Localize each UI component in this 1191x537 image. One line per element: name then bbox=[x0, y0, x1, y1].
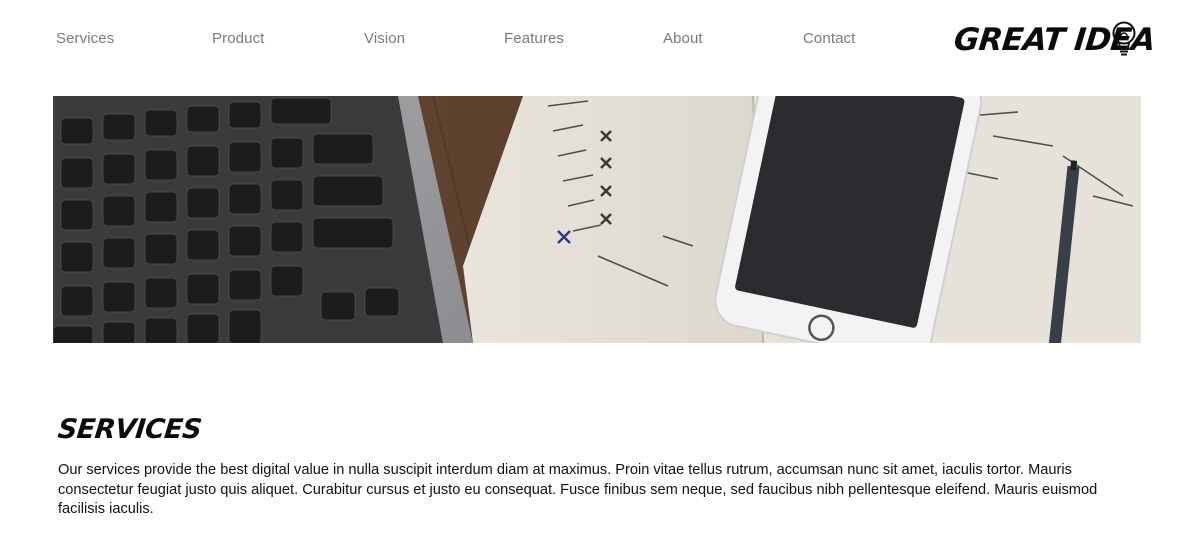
nav-link-about[interactable]: About bbox=[663, 30, 703, 47]
nav-link-vision[interactable]: Vision bbox=[364, 30, 405, 47]
hero-photo-illustration bbox=[53, 96, 1141, 343]
nav-link-contact[interactable]: Contact bbox=[803, 30, 855, 47]
nav-link-services[interactable]: Services bbox=[56, 30, 114, 47]
main-nav: Services Product Vision Features About C… bbox=[0, 0, 1191, 80]
hero-image bbox=[53, 96, 1141, 343]
section-title: SERVICES bbox=[56, 414, 203, 445]
site-logo[interactable]: GREAT IDEA bbox=[952, 18, 1157, 60]
section-body: Our services provide the best digital va… bbox=[58, 462, 1098, 517]
nav-link-features[interactable]: Features bbox=[504, 30, 564, 47]
nav-link-product[interactable]: Product bbox=[212, 30, 264, 47]
lightbulb-icon bbox=[1112, 21, 1136, 56]
